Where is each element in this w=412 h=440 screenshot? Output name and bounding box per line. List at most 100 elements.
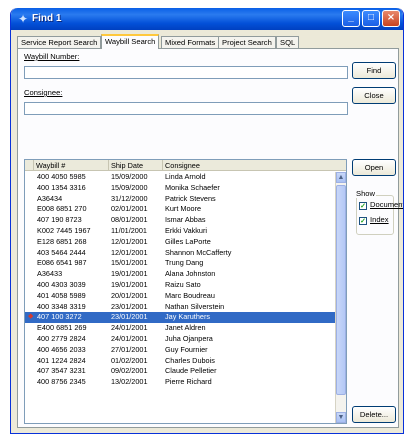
waybill-cell: E008 6851 270	[37, 204, 87, 214]
table-row[interactable]: 400 3348 3319 23/01/2001 Nathan Silverstei…	[25, 302, 336, 313]
tab-waybill-search[interactable]: Waybill Search	[101, 34, 160, 49]
consignee-cell: Alana Johnston	[165, 269, 216, 279]
consignee-input[interactable]	[24, 102, 348, 115]
waybill-cell: 400 1354 3316	[37, 182, 86, 192]
ship-date-cell: 24/01/2001	[111, 333, 148, 343]
waybill-search-pane: Waybill Number: Consignee: Find Close Wa…	[17, 48, 403, 428]
consignee-cell: Patrick Stevens	[165, 193, 216, 203]
consignee-label: Consignee:	[24, 88, 63, 97]
table-row[interactable]: 401 4058 5989 20/01/2001 Marc Boudreau	[25, 291, 336, 302]
header-marker-column	[25, 160, 34, 171]
scroll-thumb[interactable]	[336, 185, 346, 395]
waybill-cell: A36434	[37, 193, 63, 203]
table-row[interactable]: 400 1354 3316 15/09/2000 Monika Schaefer	[25, 183, 336, 194]
selected-row-marker-icon: ◆	[28, 313, 34, 321]
column-header-ship-date[interactable]: Ship Date	[109, 160, 163, 171]
consignee-cell: Gilles LaPorte	[165, 236, 211, 246]
index-checkbox[interactable]: ✓	[359, 217, 367, 225]
waybill-cell: A36433	[37, 269, 63, 279]
waybill-cell: 401 4058 5989	[37, 290, 86, 300]
waybill-cell: E086 6541 987	[37, 258, 87, 268]
table-row[interactable]: 400 4303 3039 19/01/2001 Raizu Sato	[25, 280, 336, 291]
consignee-cell: Erkki Vakkuri	[165, 225, 208, 235]
table-row[interactable]: 401 1224 2824 01/02/2001 Charles Dubois	[25, 356, 336, 367]
tab-service-report-search[interactable]: Service Report Search	[17, 36, 102, 48]
tab-project-search[interactable]: Project Search	[218, 36, 276, 48]
table-row[interactable]: A36433 19/01/2001 Alana Johnston	[25, 269, 336, 280]
window-title: Find 1	[32, 13, 62, 24]
table-row[interactable]: E008 6851 270 02/01/2001 Kurt Moore	[25, 204, 336, 215]
table-row[interactable]: 400 8756 2345 13/02/2001 Pierre Richard	[25, 377, 336, 388]
ship-date-cell: 19/01/2001	[111, 269, 148, 279]
waybill-cell: E400 6851 269	[37, 323, 87, 333]
waybill-cell: K002 7445 1967	[37, 225, 91, 235]
ship-date-cell: 19/01/2001	[111, 279, 148, 289]
table-row[interactable]: 400 2779 2824 24/01/2001 Juha Ojanpera	[25, 334, 336, 345]
waybill-cell: 407 190 8723	[37, 215, 82, 225]
table-row[interactable]: 407 190 8723 08/01/2001 Ismar Abbas	[25, 215, 336, 226]
ship-date-cell: 02/01/2001	[111, 204, 148, 214]
ship-date-cell: 09/02/2001	[111, 366, 148, 376]
consignee-cell: Janet Aldren	[165, 323, 206, 333]
results-list[interactable]: Waybill # Ship Date Consignee 400 4050 5…	[24, 159, 347, 424]
maximize-button[interactable]: □	[362, 10, 380, 27]
waybill-cell: 400 8756 2345	[37, 377, 86, 387]
consignee-cell: Ismar Abbas	[165, 215, 206, 225]
waybill-cell: 407 3547 3231	[37, 366, 86, 376]
consignee-cell: Jay Karuthers	[165, 312, 211, 322]
ship-date-cell: 12/01/2001	[111, 236, 148, 246]
ship-date-cell: 01/02/2001	[111, 355, 148, 365]
table-row[interactable]: 403 5464 2444 12/01/2001 Shannon McCaffert…	[25, 248, 336, 259]
ship-date-cell: 08/01/2001	[111, 215, 148, 225]
find-button[interactable]: Find	[352, 62, 396, 79]
show-label: Show	[355, 189, 376, 198]
ship-date-cell: 15/09/2000	[111, 182, 148, 192]
waybill-cell: 401 1224 2824	[37, 355, 86, 365]
tab-strip: Service Report Search Waybill Search Mix…	[17, 34, 399, 49]
table-row[interactable]: E086 6541 987 15/01/2001 Trung Dang	[25, 258, 336, 269]
minimize-button[interactable]: _	[342, 10, 360, 27]
document-checkbox-row[interactable]: ✓ Document	[359, 200, 403, 210]
ship-date-cell: 23/01/2001	[111, 301, 148, 311]
results-body: 400 4050 5985 15/09/2000 Linda Arnold 400 1…	[25, 172, 336, 388]
consignee-cell: Kurt Moore	[165, 204, 202, 214]
column-header-waybill[interactable]: Waybill #	[34, 160, 109, 171]
index-checkbox-row[interactable]: ✓ Index	[359, 215, 389, 225]
ship-date-cell: 31/12/2000	[111, 193, 148, 203]
consignee-cell: Claude Pelletier	[165, 366, 217, 376]
ship-date-cell: 23/01/2001	[111, 312, 148, 322]
table-row[interactable]: 407 3547 3231 09/02/2001 Claude Pelletier	[25, 366, 336, 377]
document-checkbox[interactable]: ✓	[359, 202, 367, 210]
results-scrollbar[interactable]: ▲ ▼	[335, 172, 346, 423]
tab-mixed-formats[interactable]: Mixed Formats	[161, 36, 220, 48]
waybill-cell: 407 100 3272	[37, 312, 82, 322]
search-app-icon: ✦	[17, 12, 29, 26]
table-row[interactable]: K002 7445 1967 11/01/2001 Erkki Vakkuri	[25, 226, 336, 237]
scroll-up-icon[interactable]: ▲	[336, 172, 346, 183]
waybill-cell: 400 3348 3319	[37, 301, 86, 311]
waybill-number-input[interactable]	[24, 66, 348, 79]
column-header-consignee[interactable]: Consignee	[163, 160, 346, 171]
title-bar[interactable]: ✦ Find 1 _ □ ×	[11, 8, 403, 30]
tab-sql[interactable]: SQL	[276, 36, 300, 48]
table-row[interactable]: 400 4656 2033 27/01/2001 Guy Fournier	[25, 345, 336, 356]
table-row[interactable]: E128 6851 268 12/01/2001 Gilles LaPorte	[25, 237, 336, 248]
waybill-number-label: Waybill Number:	[24, 52, 80, 61]
consignee-cell: Monika Schaefer	[165, 182, 220, 192]
table-row[interactable]: A36434 31/12/2000 Patrick Stevens	[25, 194, 336, 205]
delete-button[interactable]: Delete...	[352, 406, 396, 423]
open-button[interactable]: Open	[352, 159, 396, 176]
table-row[interactable]: 400 4050 5985 15/09/2000 Linda Arnold	[25, 172, 336, 183]
close-button[interactable]: Close	[352, 87, 396, 104]
scroll-down-icon[interactable]: ▼	[336, 412, 346, 423]
table-row[interactable]: ◆ 407 100 3272 23/01/2001 Jay Karuthers	[25, 312, 336, 324]
table-row[interactable]: E400 6851 269 24/01/2001 Janet Aldren	[25, 323, 336, 334]
ship-date-cell: 24/01/2001	[111, 323, 148, 333]
close-window-button[interactable]: ×	[382, 10, 400, 27]
ship-date-cell: 15/09/2000	[111, 172, 148, 181]
waybill-cell: 400 4656 2033	[37, 344, 86, 354]
find-window: ✦ Find 1 _ □ × Service Report Search Way…	[10, 8, 404, 434]
ship-date-cell: 15/01/2001	[111, 258, 148, 268]
consignee-cell: Shannon McCafferty	[165, 247, 232, 257]
ship-date-cell: 11/01/2001	[111, 225, 147, 235]
